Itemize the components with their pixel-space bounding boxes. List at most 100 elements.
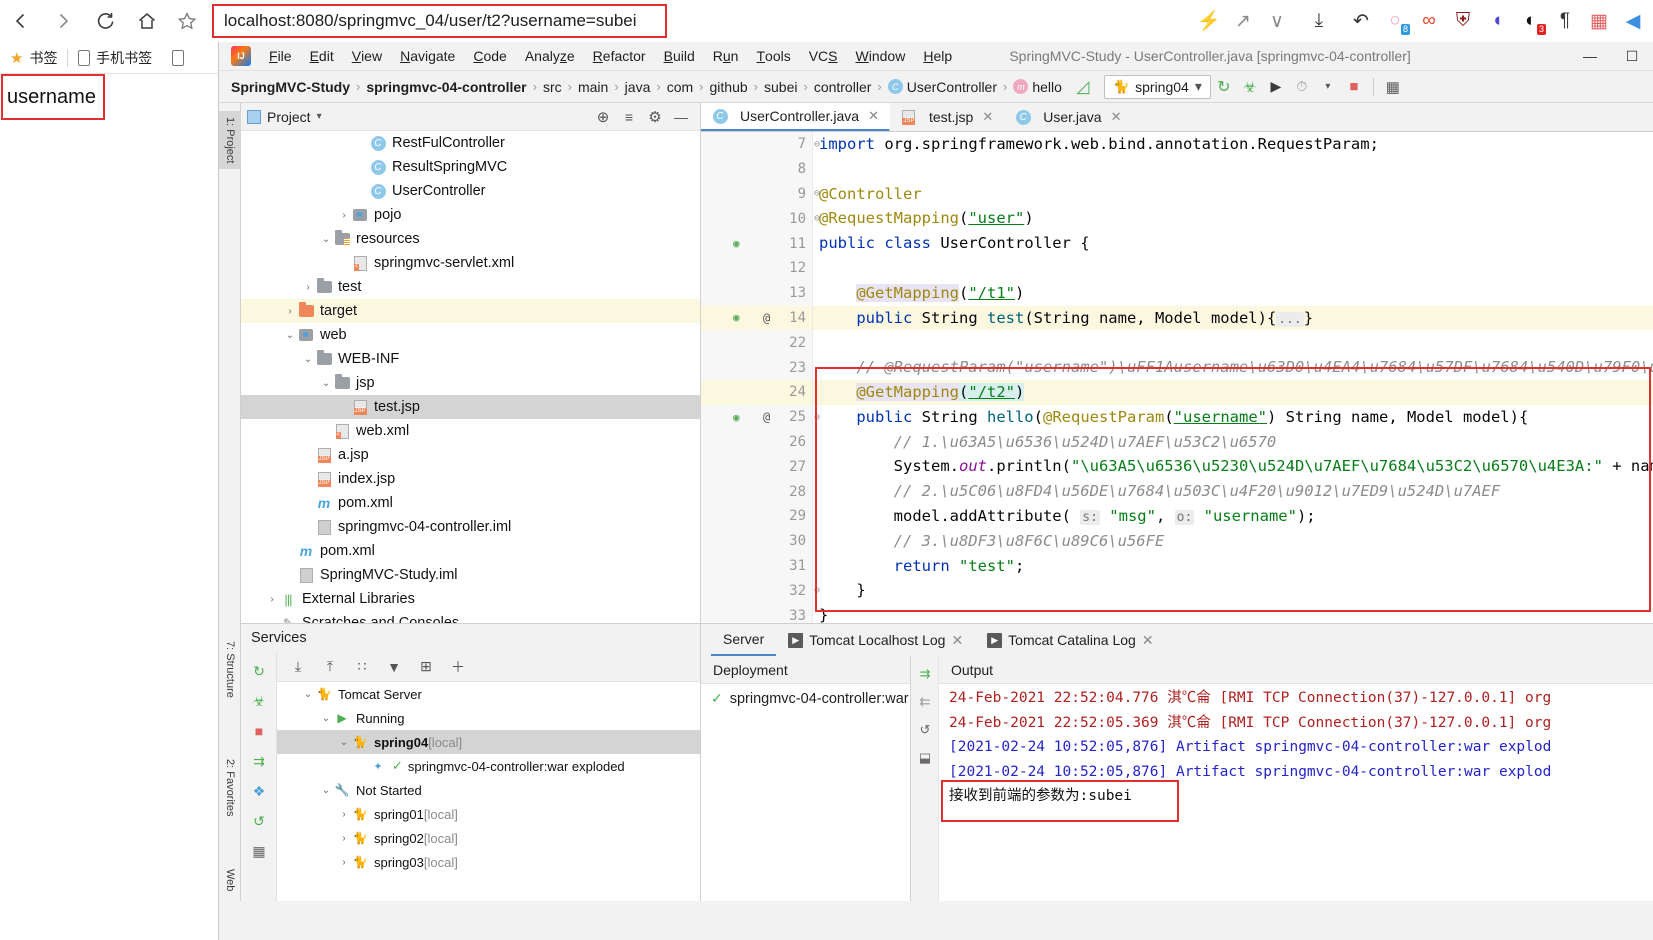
run-with-coverage-icon[interactable]: ▶ (1263, 74, 1289, 100)
chevron-right-icon[interactable]: › (283, 306, 297, 317)
project-tree[interactable]: CRestFulControllerCResultSpringMVCCUserC… (241, 131, 700, 623)
chevron-right-icon[interactable]: › (301, 282, 315, 293)
tool-window-tab-2--favorites[interactable]: 2: Favorites (219, 753, 241, 822)
chevron-down-icon[interactable]: ⌄ (319, 378, 333, 389)
editor-tab-test-jsp[interactable]: JSPtest.jsp✕ (890, 103, 1004, 131)
gutter-line-30[interactable]: 30 (701, 529, 812, 554)
stop-icon[interactable]: ■ (241, 716, 277, 746)
gutter-line-27[interactable]: 27 (701, 454, 812, 479)
gutter-line-29[interactable]: 29 (701, 504, 812, 529)
project-tree-row[interactable]: ›test (241, 275, 700, 299)
project-tree-row[interactable]: ⌄resources (241, 227, 700, 251)
expand-all-icon[interactable]: ⤓ (283, 653, 313, 681)
services-tree-row[interactable]: ⌄▶Running (277, 706, 700, 730)
cat-extension-icon[interactable]: ○8 (1379, 5, 1411, 37)
services-tree-row[interactable]: ⌄🔧Not Started (277, 778, 700, 802)
collapse-all-icon[interactable]: ⤒ (315, 653, 345, 681)
shield-extension-icon[interactable]: ⛨ (1447, 5, 1479, 37)
tool-window-tab-web[interactable]: Web (219, 863, 241, 897)
menu-file[interactable]: File (260, 42, 301, 71)
services-tree-row[interactable]: ›🐈spring02 [local] (277, 826, 700, 850)
chevron-down-icon[interactable]: ⌄ (337, 737, 351, 748)
share-icon[interactable]: ↗ (1227, 5, 1259, 37)
project-tree-row[interactable]: ›pojo (241, 203, 700, 227)
menu-edit[interactable]: Edit (301, 42, 343, 71)
run-tab-tomcat-localhost-log[interactable]: ▶Tomcat Localhost Log✕ (776, 624, 975, 656)
infinity-extension-icon[interactable]: ∞ (1413, 5, 1445, 37)
reload-button[interactable] (84, 0, 126, 42)
bookmark-item-2[interactable] (162, 42, 194, 74)
gutter-line-12[interactable]: 12 (701, 256, 812, 281)
deploy-arrow-icon[interactable]: ⇉ (911, 660, 939, 688)
menu-code[interactable]: Code (464, 42, 515, 71)
project-tree-row[interactable]: <web.xml (241, 419, 700, 443)
annotation-gutter-icon[interactable]: @ (763, 311, 770, 325)
spring-bean-icon[interactable]: ◉ (733, 237, 740, 250)
run-tab-server[interactable]: Server (711, 624, 776, 656)
chevron-right-icon[interactable]: › (337, 833, 351, 844)
chevron-down-icon[interactable]: ⌄ (283, 330, 297, 341)
chevron-down-icon[interactable]: ⌄ (301, 689, 315, 700)
gutter-line-14[interactable]: ◉@14⊞ (701, 306, 812, 331)
spring-bean-icon[interactable]: ◉ (733, 411, 740, 424)
profiler-icon[interactable]: ⏱ (1289, 74, 1315, 100)
undeploy-arrow-icon[interactable]: ⇇ (911, 688, 939, 716)
services-tree-row[interactable]: ›🐈spring01 [local] (277, 802, 700, 826)
rerun-icon[interactable]: ↻ (241, 656, 277, 686)
project-structure-icon[interactable]: ▦ (1380, 74, 1406, 100)
project-tree-row[interactable]: ›|||External Libraries (241, 587, 700, 611)
menu-vcs[interactable]: VCS (800, 42, 847, 71)
project-tree-row[interactable]: CResultSpringMVC (241, 155, 700, 179)
project-tree-row[interactable]: springmvc-04-controller.iml (241, 515, 700, 539)
project-tree-row[interactable]: JSPindex.jsp (241, 467, 700, 491)
group-icon[interactable]: ∷ (347, 653, 377, 681)
tool-window-tab-1--project[interactable]: 1: Project (219, 111, 241, 169)
services-tree[interactable]: ⌄🐈Tomcat Server⌄▶Running⌄🐈spring04 [loca… (277, 682, 700, 901)
code-editor[interactable]: 7⊖89⊖10⊖◉111213◉@14⊞222324◉@25⊖262728293… (701, 132, 1653, 623)
breadcrumb-item-controller[interactable]: controller (814, 79, 872, 95)
gutter-line-28[interactable]: 28 (701, 479, 812, 504)
close-icon[interactable]: ✕ (951, 632, 963, 649)
chevron-right-icon[interactable]: › (337, 809, 351, 820)
download-icon[interactable]: ⤓ (1303, 5, 1335, 37)
editor-code-area[interactable]: import org.springframework.web.bind.anno… (813, 132, 1653, 623)
bookmark-item-1[interactable]: 手机书签 (68, 42, 162, 74)
breadcrumb-item-springmvc-study[interactable]: SpringMVC-Study (231, 79, 350, 95)
filter-icon[interactable]: ▼ (379, 653, 409, 681)
bird-extension-icon[interactable]: ◀ (1617, 5, 1649, 37)
run-tab-tomcat-catalina-log[interactable]: ▶Tomcat Catalina Log✕ (975, 624, 1165, 656)
pilcrow-extension-icon[interactable]: ¶ (1549, 5, 1581, 37)
breadcrumb-item-main[interactable]: main (578, 79, 608, 95)
menu-help[interactable]: Help (914, 42, 961, 71)
chevron-down-icon[interactable]: ▾ (317, 111, 322, 122)
services-tree-row[interactable]: ✦✓springmvc-04-controller:war exploded (277, 754, 700, 778)
menu-analyze[interactable]: Analyze (516, 42, 584, 71)
project-tree-row[interactable]: ⌄web (241, 323, 700, 347)
stop-icon[interactable]: ■ (1341, 74, 1367, 100)
restart-icon[interactable]: ↺ (241, 806, 277, 836)
back-button[interactable] (0, 0, 42, 42)
update-icon[interactable]: ⬓ (911, 744, 939, 772)
debug-icon[interactable]: ☣ (241, 686, 277, 716)
breadcrumb-item-usercontroller[interactable]: CUserController (888, 79, 997, 95)
breadcrumb-item-subei[interactable]: subei (764, 79, 797, 95)
redeploy-icon[interactable]: ↺ (911, 716, 939, 744)
tool-window-tab-7--structure[interactable]: 7: Structure (219, 635, 241, 704)
debug-icon[interactable]: ☣ (1237, 74, 1263, 100)
close-icon[interactable]: ✕ (868, 108, 879, 124)
gutter-line-25[interactable]: ◉@25⊖ (701, 405, 812, 430)
spring-bean-icon[interactable]: ◉ (733, 311, 740, 324)
gutter-line-23[interactable]: 23 (701, 355, 812, 380)
close-icon[interactable]: ✕ (1111, 109, 1122, 125)
deploy-icon[interactable]: ⇉ (241, 746, 277, 776)
chevron-down-icon[interactable]: ∨ (1261, 5, 1293, 37)
gutter-line-22[interactable]: 22 (701, 330, 812, 355)
project-tree-row[interactable]: CUserController (241, 179, 700, 203)
gutter-line-33[interactable]: 33 (701, 603, 812, 623)
history-back-icon[interactable]: ↶ (1345, 5, 1377, 37)
gutter-line-9[interactable]: 9⊖ (701, 182, 812, 207)
menu-build[interactable]: Build (655, 42, 704, 71)
gutter-line-31[interactable]: 31 (701, 554, 812, 579)
chevron-down-icon[interactable]: ⌄ (319, 234, 333, 245)
editor-gutter[interactable]: 7⊖89⊖10⊖◉111213◉@14⊞222324◉@25⊖262728293… (701, 132, 813, 623)
